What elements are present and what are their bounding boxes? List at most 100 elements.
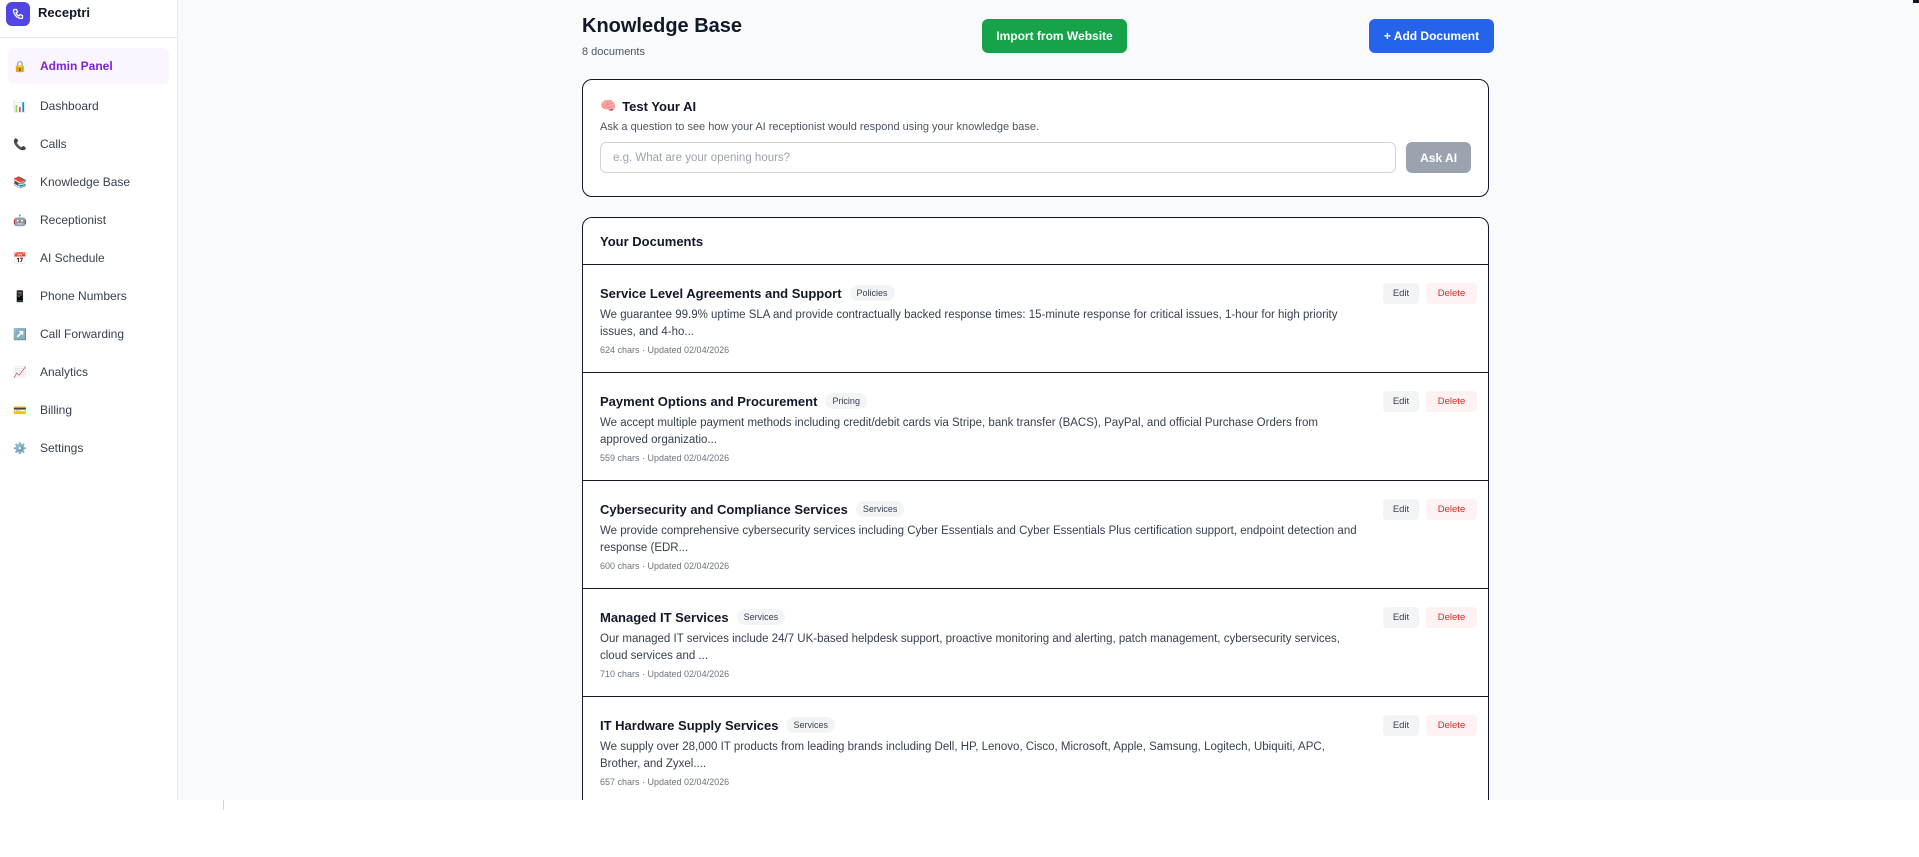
document-category-badge: Policies: [849, 285, 895, 301]
documents-card: Your Documents Service Level Agreements …: [582, 217, 1489, 817]
add-document-button[interactable]: + Add Document: [1369, 19, 1494, 53]
document-count: 8 documents: [582, 46, 645, 58]
document-meta: 624 chars · Updated 02/04/2026: [600, 345, 730, 355]
sidebar-item-label: Calls: [40, 137, 67, 151]
window-bottom-area: [0, 800, 1919, 857]
calendar-icon: 📅: [13, 252, 27, 265]
sidebar-item-calls[interactable]: 📞 Calls: [8, 126, 169, 162]
sidebar-item-phone-numbers[interactable]: 📱 Phone Numbers: [8, 278, 169, 314]
sidebar-item-billing[interactable]: 💳 Billing: [8, 392, 169, 428]
sidebar-item-label: Phone Numbers: [40, 289, 127, 303]
test-ai-row: Ask AI: [600, 142, 1471, 173]
document-category-badge: Pricing: [825, 393, 867, 409]
delete-document-button[interactable]: Delete: [1426, 283, 1477, 304]
document-actions: Edit Delete: [1383, 283, 1477, 304]
sidebar-item-analytics[interactable]: 📈 Analytics: [8, 354, 169, 390]
edit-document-button[interactable]: Edit: [1383, 283, 1419, 304]
document-actions: Edit Delete: [1383, 607, 1477, 628]
brain-icon: 🧠: [600, 98, 617, 113]
delete-document-button[interactable]: Delete: [1426, 715, 1477, 736]
robot-icon: 🤖: [13, 214, 27, 227]
document-meta: 657 chars · Updated 02/04/2026: [600, 777, 730, 787]
documents-heading: Your Documents: [583, 218, 1488, 265]
document-title-line: Managed IT Services Services: [600, 609, 1471, 625]
document-meta: 710 chars · Updated 02/04/2026: [600, 669, 730, 679]
sidebar-item-dashboard[interactable]: 📊 Dashboard: [8, 88, 169, 124]
document-row: Service Level Agreements and Support Pol…: [583, 265, 1488, 373]
phone-icon: [6, 1, 30, 26]
delete-document-button[interactable]: Delete: [1426, 499, 1477, 520]
document-category-badge: Services: [736, 609, 786, 625]
document-description: We accept multiple payment methods inclu…: [600, 417, 1319, 446]
document-row: Managed IT Services Services Our managed…: [583, 589, 1488, 697]
document-description: We supply over 28,000 IT products from l…: [600, 741, 1325, 770]
knowledge-base-content: Knowledge Base 8 documents Import from W…: [582, 0, 1494, 817]
sidebar-item-label: Call Forwarding: [40, 327, 125, 341]
edit-document-button[interactable]: Edit: [1383, 391, 1419, 412]
document-category-badge: Services: [786, 717, 835, 733]
test-ai-title-text: Test Your AI: [622, 98, 697, 114]
document-title: Cybersecurity and Compliance Services: [600, 501, 848, 517]
sidebar-item-label: Knowledge Base: [40, 175, 131, 189]
phone-icon: 📞: [13, 138, 27, 151]
document-meta: 600 chars · Updated 02/04/2026: [600, 561, 730, 571]
document-actions: Edit Delete: [1383, 391, 1477, 412]
sidebar-item-label: Dashboard: [40, 99, 99, 113]
document-description: Our managed IT services include 24/7 UK-…: [600, 633, 1341, 662]
test-ai-title: 🧠 Test Your AI: [600, 98, 1471, 114]
test-ai-question-input[interactable]: [600, 142, 1397, 173]
document-row: Cybersecurity and Compliance Services Se…: [583, 481, 1488, 589]
sidebar: Receptri 🔒 Admin Panel 📊 Dashboard 📞 Cal…: [0, 0, 178, 800]
sidebar-item-admin-panel[interactable]: 🔒 Admin Panel: [8, 48, 169, 84]
delete-document-button[interactable]: Delete: [1426, 607, 1477, 628]
sidebar-item-label: AI Schedule: [40, 251, 105, 265]
sidebar-item-receptionist[interactable]: 🤖 Receptionist: [8, 202, 169, 238]
edit-document-button[interactable]: Edit: [1383, 499, 1419, 520]
document-title-line: Service Level Agreements and Support Pol…: [600, 285, 1471, 301]
document-description: We provide comprehensive cybersecurity s…: [600, 525, 1357, 554]
sidebar-item-label: Analytics: [40, 365, 89, 379]
document-meta: 559 chars · Updated 02/04/2026: [600, 453, 730, 463]
document-title: Service Level Agreements and Support: [600, 285, 842, 301]
arrow-up-right-icon: ↗️: [13, 328, 27, 341]
document-title-line: IT Hardware Supply Services Services: [600, 717, 1471, 733]
document-title-line: Payment Options and Procurement Pricing: [600, 393, 1471, 409]
credit-card-icon: 💳: [13, 404, 27, 417]
document-category-badge: Services: [855, 501, 905, 517]
scrollbar-marker[interactable]: [1913, 0, 1919, 3]
books-icon: 📚: [13, 176, 27, 189]
sidebar-item-call-forwarding[interactable]: ↗️ Call Forwarding: [8, 316, 169, 352]
sidebar-nav: 🔒 Admin Panel 📊 Dashboard 📞 Calls 📚 Know…: [0, 38, 177, 478]
edit-document-button[interactable]: Edit: [1383, 607, 1419, 628]
sidebar-item-knowledge-base[interactable]: 📚 Knowledge Base: [8, 164, 169, 200]
document-row: IT Hardware Supply Services Services We …: [583, 697, 1488, 805]
ask-ai-button[interactable]: Ask AI: [1406, 142, 1471, 173]
divider: [223, 800, 224, 810]
brand-name: Receptri: [38, 5, 91, 20]
document-title: IT Hardware Supply Services: [600, 717, 779, 733]
delete-document-button[interactable]: Delete: [1426, 391, 1477, 412]
document-description: We guarantee 99.9% uptime SLA and provid…: [600, 309, 1338, 338]
import-from-website-button[interactable]: Import from Website: [982, 19, 1127, 53]
lock-icon: 🔒: [13, 60, 27, 73]
sidebar-item-ai-schedule[interactable]: 📅 AI Schedule: [8, 240, 169, 276]
sidebar-item-label: Receptionist: [40, 213, 107, 227]
mobile-icon: 📱: [13, 290, 27, 303]
test-ai-card: 🧠 Test Your AI Ask a question to see how…: [582, 79, 1489, 197]
sidebar-item-settings[interactable]: ⚙️ Settings: [8, 430, 169, 466]
brand[interactable]: Receptri: [0, 0, 177, 38]
page-title: Knowledge Base: [582, 15, 743, 37]
sidebar-item-label: Settings: [40, 441, 84, 455]
document-title-line: Cybersecurity and Compliance Services Se…: [600, 501, 1471, 517]
document-actions: Edit Delete: [1383, 499, 1477, 520]
document-title: Payment Options and Procurement: [600, 393, 818, 409]
edit-document-button[interactable]: Edit: [1383, 715, 1419, 736]
document-row: Payment Options and Procurement Pricing …: [583, 373, 1488, 481]
sidebar-item-label: Billing: [40, 403, 73, 417]
document-actions: Edit Delete: [1383, 715, 1477, 736]
gear-icon: ⚙️: [13, 442, 27, 455]
page-header: Knowledge Base 8 documents Import from W…: [582, 0, 1494, 78]
test-ai-description: Ask a question to see how your AI recept…: [600, 121, 1040, 133]
bar-chart-icon: 📊: [13, 100, 27, 113]
document-title: Managed IT Services: [600, 609, 729, 625]
